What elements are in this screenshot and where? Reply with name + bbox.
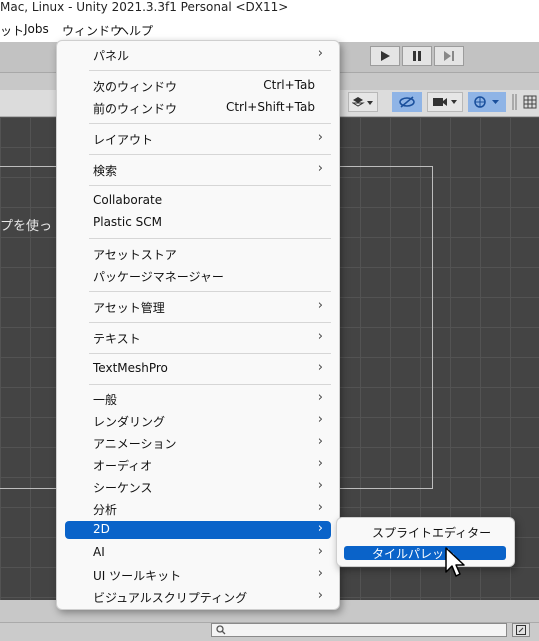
menu-item-rendering[interactable]: レンダリング › bbox=[65, 410, 331, 432]
chevron-right-icon: › bbox=[317, 500, 323, 515]
menu-item-help[interactable]: ヘルプ bbox=[117, 22, 153, 39]
menu-bar: ット Jobs ウィンドウ ヘルプ bbox=[0, 18, 539, 42]
menu-separator bbox=[89, 322, 331, 323]
menu-item-partial[interactable]: ット bbox=[0, 22, 24, 39]
menu-separator bbox=[89, 70, 331, 71]
chevron-right-icon: › bbox=[317, 329, 323, 344]
menu-item-search[interactable]: 検索 › bbox=[65, 159, 331, 181]
menu-item-tile-palette[interactable]: タイルパレット bbox=[344, 546, 506, 561]
menu-item-animation[interactable]: アニメーション › bbox=[65, 432, 331, 454]
menu-item-ui-toolkit[interactable]: UI ツールキット › bbox=[65, 564, 331, 586]
step-button[interactable] bbox=[434, 46, 464, 66]
menu-item-window[interactable]: ウィンドウ bbox=[62, 22, 122, 39]
menu-item-sequencing[interactable]: シーケンス › bbox=[65, 476, 331, 498]
step-icon bbox=[444, 51, 454, 61]
search-input[interactable] bbox=[211, 623, 507, 637]
menu-item-panels[interactable]: パネル › bbox=[65, 44, 331, 66]
grid-icon[interactable] bbox=[522, 92, 538, 112]
menu-separator bbox=[89, 384, 331, 385]
visibility-toggle-icon[interactable] bbox=[392, 92, 422, 112]
menu-separator bbox=[89, 123, 331, 124]
menu-item-previous-window[interactable]: 前のウィンドウ Ctrl+Shift+Tab bbox=[65, 97, 331, 119]
menu-separator bbox=[89, 291, 331, 292]
play-button[interactable] bbox=[370, 46, 400, 66]
pause-icon bbox=[413, 51, 421, 61]
menu-item-jobs[interactable]: Jobs bbox=[24, 22, 49, 36]
menu-separator bbox=[89, 353, 331, 354]
window-menu: パネル › 次のウィンドウ Ctrl+Tab 前のウィンドウ Ctrl+Shift+T… bbox=[56, 40, 340, 610]
menu-item-asset-management[interactable]: アセット管理 › bbox=[65, 296, 331, 318]
chevron-right-icon: › bbox=[317, 412, 323, 427]
search-icon bbox=[216, 625, 226, 635]
menu-item-general[interactable]: 一般 › bbox=[65, 388, 331, 410]
menu-item-analysis[interactable]: 分析 › bbox=[65, 498, 331, 520]
chevron-right-icon: › bbox=[317, 360, 323, 375]
chevron-right-icon: › bbox=[317, 588, 323, 603]
play-icon bbox=[381, 51, 390, 61]
menu-separator bbox=[89, 154, 331, 155]
chevron-right-icon: › bbox=[317, 521, 323, 536]
window-title: Mac, Linux - Unity 2021.3.3f1 Personal <… bbox=[0, 0, 289, 14]
scene-overlay-text: プを使っ bbox=[0, 219, 53, 234]
menu-item-asset-store[interactable]: アセットストア bbox=[65, 243, 331, 265]
menu-item-text[interactable]: テキスト › bbox=[65, 327, 331, 349]
menu-item-visual-scripting[interactable]: ビジュアルスクリプティング › bbox=[65, 586, 331, 608]
chevron-right-icon: › bbox=[317, 46, 323, 61]
menu-item-textmeshpro[interactable]: TextMeshPro › bbox=[65, 358, 331, 380]
menu-item-audio[interactable]: オーディオ › bbox=[65, 454, 331, 476]
menu-item-layout[interactable]: レイアウト › bbox=[65, 128, 331, 150]
layers-icon[interactable] bbox=[348, 92, 378, 112]
menu-item-package-manager[interactable]: パッケージマネージャー bbox=[65, 265, 331, 287]
chevron-right-icon: › bbox=[317, 478, 323, 493]
shortcut-text: Ctrl+Shift+Tab bbox=[225, 100, 315, 114]
menu-separator bbox=[89, 185, 331, 186]
menu-item-sprite-editor[interactable]: スプライトエディター bbox=[344, 525, 506, 540]
title-bar: Mac, Linux - Unity 2021.3.3f1 Personal <… bbox=[0, 0, 539, 18]
menu-separator bbox=[89, 238, 331, 239]
menu-item-plastic-scm[interactable]: Plastic SCM bbox=[65, 212, 331, 234]
gizmos-icon[interactable] bbox=[468, 92, 506, 112]
pause-button[interactable] bbox=[402, 46, 432, 66]
chevron-right-icon: › bbox=[317, 298, 323, 313]
shortcut-text: Ctrl+Tab bbox=[263, 78, 315, 92]
chevron-right-icon: › bbox=[317, 161, 323, 176]
chevron-right-icon: › bbox=[317, 390, 323, 405]
submenu-2d: スプライトエディター タイルパレット bbox=[336, 517, 515, 567]
toolbar-divider bbox=[512, 92, 518, 112]
chevron-right-icon: › bbox=[317, 566, 323, 581]
chevron-right-icon: › bbox=[317, 456, 323, 471]
chevron-right-icon: › bbox=[317, 544, 323, 559]
menu-item-2d[interactable]: 2D › bbox=[65, 521, 331, 539]
mouse-pointer-icon bbox=[445, 547, 465, 577]
dock-toggle-icon[interactable] bbox=[512, 623, 530, 637]
chevron-right-icon: › bbox=[317, 434, 323, 449]
menu-item-next-window[interactable]: 次のウィンドウ Ctrl+Tab bbox=[65, 75, 331, 97]
menu-item-ai[interactable]: AI › bbox=[65, 542, 331, 564]
menu-item-collaborate[interactable]: Collaborate bbox=[65, 190, 331, 212]
chevron-right-icon: › bbox=[317, 130, 323, 145]
camera-icon[interactable] bbox=[427, 92, 463, 112]
